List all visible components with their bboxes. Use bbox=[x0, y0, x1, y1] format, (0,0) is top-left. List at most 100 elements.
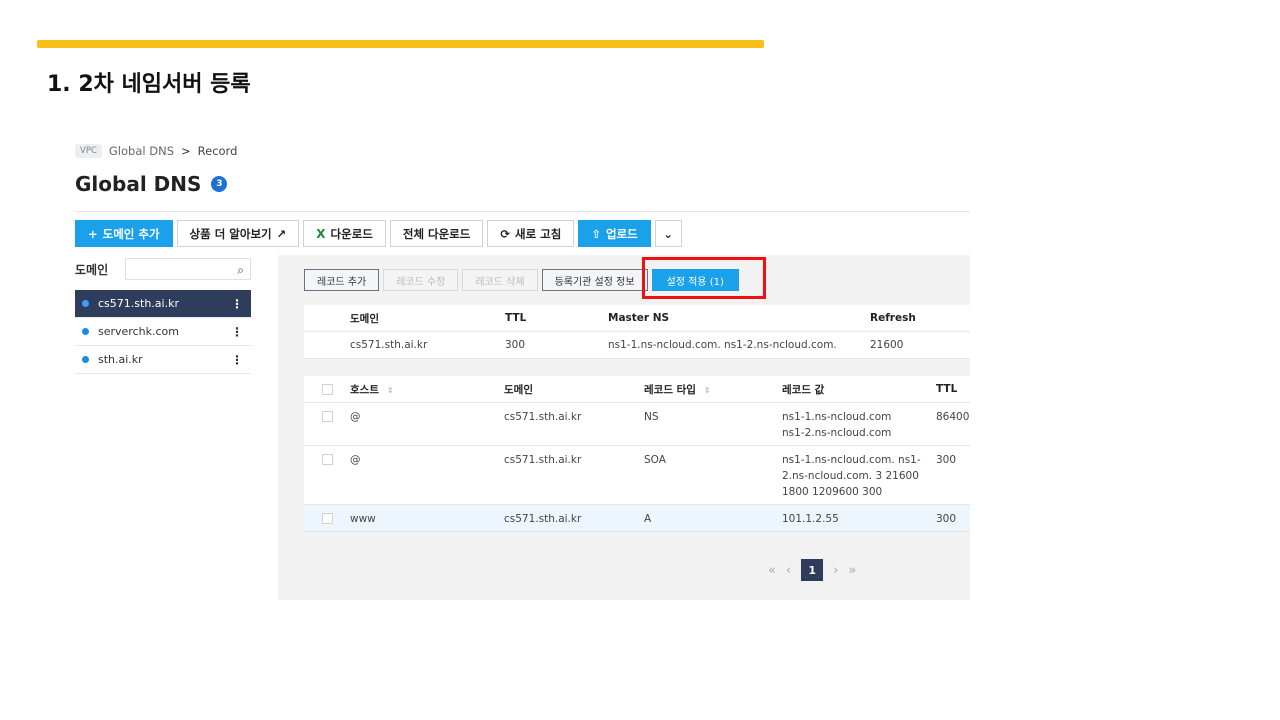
domain-item-serverchk[interactable]: serverchk.com ⋮ bbox=[75, 318, 251, 346]
domain-item-sth[interactable]: sth.ai.kr ⋮ bbox=[75, 346, 251, 374]
domain-item-label: sth.ai.kr bbox=[98, 353, 143, 366]
domain-search-row: 도메인 ⌕ bbox=[75, 258, 251, 280]
table-cell: cs571.sth.ai.kr bbox=[350, 339, 428, 351]
column-header: 도메인 bbox=[350, 312, 379, 325]
pagination: « ‹ 1 › » bbox=[768, 559, 856, 581]
console-screenshot: VPC Global DNS > Record Global DNS 3 + 도… bbox=[57, 135, 970, 600]
main-toolbar: + 도메인 추가 상품 더 알아보기 ↗ X 다운로드 전체 다운로드 ⟳ 새로… bbox=[75, 220, 682, 247]
header-divider bbox=[75, 211, 970, 212]
table-cell: cs571.sth.ai.kr bbox=[504, 411, 582, 423]
excel-icon: X bbox=[316, 226, 326, 241]
download-button[interactable]: X 다운로드 bbox=[303, 220, 386, 247]
record-table: 호스트 ⇕ 도메인 레코드 타입 ⇕ 레코드 값 TTL @ cs571.sth.a… bbox=[304, 376, 970, 532]
table-cell: ns1-1.ns-ncloud.com ns1-2.ns-ncloud.com bbox=[782, 411, 892, 439]
refresh-label: 새로 고침 bbox=[514, 226, 562, 241]
column-header: TTL bbox=[505, 312, 527, 324]
column-header: 도메인 bbox=[504, 383, 533, 396]
table-cell: 86400 bbox=[936, 411, 970, 423]
kebab-menu-icon[interactable]: ⋮ bbox=[231, 353, 243, 367]
domain-item-cs571[interactable]: cs571.sth.ai.kr ⋮ bbox=[75, 290, 251, 318]
external-link-icon: ↗ bbox=[276, 226, 287, 241]
column-header-type[interactable]: 레코드 타입 ⇕ bbox=[644, 382, 782, 397]
add-domain-label: 도메인 추가 bbox=[102, 226, 160, 241]
delete-record-button[interactable]: 레코드 삭제 bbox=[462, 269, 538, 291]
select-all-checkbox[interactable] bbox=[322, 383, 333, 395]
table-cell: 300 bbox=[505, 339, 526, 351]
last-page-icon[interactable]: » bbox=[848, 563, 856, 578]
table-cell: www bbox=[350, 513, 376, 525]
add-record-button[interactable]: 레코드 추가 bbox=[304, 269, 380, 291]
domain-item-label: serverchk.com bbox=[98, 325, 179, 338]
table-cell: @ bbox=[350, 454, 361, 466]
table-cell: 101.1.2.55 bbox=[782, 513, 839, 525]
column-header: Refresh bbox=[870, 312, 916, 324]
add-domain-button[interactable]: + 도메인 추가 bbox=[75, 220, 173, 247]
row-checkbox[interactable] bbox=[322, 454, 333, 465]
row-checkbox[interactable] bbox=[322, 411, 333, 422]
upload-button[interactable]: ⇧ 업로드 bbox=[578, 220, 651, 247]
more-dropdown-button[interactable]: ⌄ bbox=[654, 220, 682, 247]
table-cell: cs571.sth.ai.kr bbox=[504, 454, 582, 466]
table-cell: NS bbox=[644, 411, 659, 423]
table-row: cs571.sth.ai.kr 300 ns1-1.ns-ncloud.com.… bbox=[304, 332, 970, 359]
table-cell: cs571.sth.ai.kr bbox=[504, 513, 582, 525]
registrar-info-button[interactable]: 등록기관 설정 정보 bbox=[541, 269, 648, 291]
prev-page-icon[interactable]: ‹ bbox=[786, 563, 791, 578]
table-cell: 21600 bbox=[870, 339, 904, 351]
table-row[interactable]: @ cs571.sth.ai.kr NS ns1-1.ns-ncloud.com… bbox=[304, 403, 970, 446]
table-cell: ns1-1.ns-ncloud.com. ns1- 2.ns-ncloud.co… bbox=[782, 454, 921, 498]
title-accent-bar bbox=[37, 40, 764, 48]
column-header-host[interactable]: 호스트 ⇕ bbox=[350, 382, 504, 397]
domain-count-badge: 3 bbox=[211, 176, 228, 192]
slide-title: 1. 2차 네임서버 등록 bbox=[47, 72, 251, 97]
breadcrumb-chevron-icon: > bbox=[181, 144, 191, 158]
domain-item-label: cs571.sth.ai.kr bbox=[98, 297, 179, 310]
highlight-box bbox=[642, 257, 766, 299]
table-cell: ns1-1.ns-ncloud.com. ns1-2.ns-ncloud.com… bbox=[608, 339, 837, 351]
status-dot-icon bbox=[82, 356, 89, 363]
upload-icon: ⇧ bbox=[591, 226, 601, 241]
table-header-row: 도메인 TTL Master NS Refresh bbox=[304, 305, 970, 332]
sort-icon[interactable]: ⇕ bbox=[704, 386, 711, 395]
learn-more-label: 상품 더 알아보기 bbox=[189, 226, 272, 241]
first-page-icon[interactable]: « bbox=[768, 563, 776, 578]
refresh-icon: ⟳ bbox=[500, 226, 510, 241]
edit-record-button[interactable]: 레코드 수정 bbox=[383, 269, 459, 291]
breadcrumb-record: Record bbox=[197, 144, 238, 158]
kebab-menu-icon[interactable]: ⋮ bbox=[231, 325, 243, 339]
page-title-text: Global DNS bbox=[75, 172, 202, 196]
breadcrumb: VPC Global DNS > Record bbox=[75, 144, 237, 158]
table-cell: A bbox=[644, 513, 652, 525]
column-header: 레코드 값 bbox=[782, 383, 825, 396]
table-cell: SOA bbox=[644, 454, 666, 466]
breadcrumb-global-dns[interactable]: Global DNS bbox=[109, 144, 174, 158]
refresh-button[interactable]: ⟳ 새로 고침 bbox=[487, 220, 575, 247]
ns-summary-table: 도메인 TTL Master NS Refresh cs571.sth.ai.k… bbox=[304, 305, 970, 359]
table-header-row: 호스트 ⇕ 도메인 레코드 타입 ⇕ 레코드 값 TTL bbox=[304, 376, 970, 403]
learn-more-button[interactable]: 상품 더 알아보기 ↗ bbox=[176, 220, 300, 247]
kebab-menu-icon[interactable]: ⋮ bbox=[231, 297, 243, 311]
download-label: 다운로드 bbox=[330, 226, 373, 241]
page-title: Global DNS 3 bbox=[75, 172, 228, 196]
download-all-label: 전체 다운로드 bbox=[402, 226, 471, 241]
domain-label: 도메인 bbox=[75, 262, 109, 277]
table-cell: @ bbox=[350, 411, 361, 423]
download-all-button[interactable]: 전체 다운로드 bbox=[389, 220, 484, 247]
table-cell: 300 bbox=[936, 513, 957, 525]
table-cell: 300 bbox=[936, 454, 957, 466]
domain-panel: 도메인 ⌕ cs571.sth.ai.kr ⋮ serverchk.com ⋮ … bbox=[57, 255, 278, 600]
table-row[interactable]: www cs571.sth.ai.kr A 101.1.2.55 300 bbox=[304, 505, 970, 532]
next-page-icon[interactable]: › bbox=[833, 563, 838, 578]
table-row[interactable]: @ cs571.sth.ai.kr SOA ns1-1.ns-ncloud.co… bbox=[304, 446, 970, 505]
page-number-button[interactable]: 1 bbox=[801, 559, 824, 581]
status-dot-icon bbox=[82, 300, 89, 307]
row-checkbox[interactable] bbox=[322, 513, 333, 524]
vpc-badge: VPC bbox=[75, 144, 102, 158]
sort-icon[interactable]: ⇕ bbox=[387, 386, 394, 395]
column-header: TTL bbox=[936, 383, 958, 395]
domain-search-input[interactable]: ⌕ bbox=[125, 258, 251, 280]
domain-list: cs571.sth.ai.kr ⋮ serverchk.com ⋮ sth.ai… bbox=[75, 290, 251, 374]
record-panel: 레코드 추가 레코드 수정 레코드 삭제 등록기관 설정 정보 설정 적용 (1… bbox=[278, 255, 970, 600]
chevron-down-icon: ⌄ bbox=[663, 226, 674, 241]
search-icon[interactable]: ⌕ bbox=[237, 263, 244, 278]
